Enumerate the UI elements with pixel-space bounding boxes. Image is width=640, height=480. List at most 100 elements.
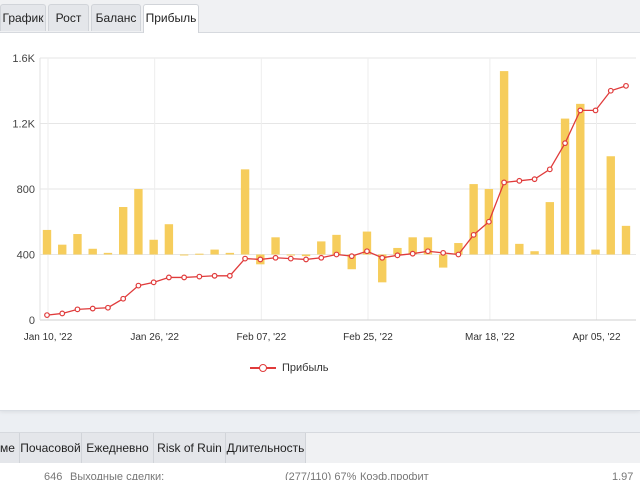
bar — [179, 254, 189, 256]
bar — [515, 243, 524, 255]
tab-balance[interactable]: Баланс — [91, 4, 141, 31]
y-tick-label: 1.6K — [12, 53, 35, 65]
series-point — [455, 251, 462, 258]
series-point — [546, 166, 553, 173]
stat-value: 646 — [44, 471, 63, 480]
series-point — [348, 253, 355, 260]
tab-daily[interactable]: Ежедневно — [82, 433, 154, 463]
series-point — [607, 87, 614, 94]
series-point — [562, 140, 568, 147]
bar — [58, 244, 67, 255]
series-point — [409, 250, 416, 257]
series-point — [485, 218, 492, 225]
tab-growth[interactable]: Рост — [48, 4, 89, 31]
bar — [560, 118, 570, 255]
series-point — [379, 254, 386, 261]
bar — [88, 248, 97, 255]
series-point — [74, 306, 81, 313]
x-tick-label: Mar 18, '22 — [465, 332, 515, 343]
series-point — [287, 255, 294, 262]
series-point — [165, 274, 172, 281]
series-point — [516, 177, 523, 184]
series-point — [470, 231, 477, 238]
bar — [301, 254, 311, 257]
bar — [499, 71, 509, 255]
y-tick-label: 0 — [29, 315, 35, 327]
bar — [42, 229, 52, 255]
stat-label: Выходные сделки: — [70, 471, 165, 480]
series-point — [333, 251, 340, 258]
bar — [576, 103, 585, 255]
stats-row-partial: 646 Выходные сделки: (277/110) 67% Коэф.… — [0, 463, 640, 480]
bar — [118, 207, 128, 255]
series-point — [272, 254, 279, 261]
series-point — [257, 256, 264, 263]
y-tick-label: 800 — [17, 184, 35, 196]
series-point — [105, 304, 111, 311]
x-tick-label: Jan 26, '22 — [130, 332, 179, 343]
bar — [606, 156, 615, 255]
series-point — [394, 252, 401, 259]
series-point — [59, 310, 66, 317]
bar — [149, 239, 158, 255]
bar — [73, 234, 82, 255]
series-point — [531, 176, 538, 183]
bar — [225, 252, 235, 255]
series-point — [150, 279, 157, 286]
series-point — [135, 282, 142, 289]
series-point — [623, 82, 629, 89]
series-point — [226, 272, 233, 279]
series-point — [577, 107, 584, 114]
series-point — [181, 274, 188, 281]
bar — [103, 252, 113, 255]
y-tick-label: 1.2K — [12, 119, 35, 131]
tab-graph[interactable]: График — [0, 4, 46, 31]
bar — [545, 202, 555, 255]
tab-profit[interactable]: Прибыль — [143, 4, 199, 33]
chart-svg: 0 400 800 1.2K 1.6K Jan 10, '22 Jan 26, '22 Feb… — [12, 53, 636, 343]
x-tick-label: Feb 07, '22 — [236, 332, 286, 343]
series-point — [592, 107, 599, 114]
stat-value: 1.97 — [612, 471, 634, 480]
series-point — [303, 256, 309, 263]
bar — [240, 169, 250, 255]
bar — [164, 224, 174, 255]
bar — [195, 253, 204, 255]
stat-label: Коэф.профит — [360, 471, 429, 480]
series-point — [318, 254, 325, 261]
bar — [469, 184, 478, 255]
tab-time-partial[interactable]: ме — [0, 433, 20, 463]
series-line — [46, 85, 627, 316]
bar — [332, 234, 341, 255]
stat-value: (277/110) 67% — [285, 471, 357, 480]
series-point — [425, 248, 431, 255]
chart-panel: График Рост Баланс Прибыль 0 400 800 1.2K 1.… — [0, 0, 640, 411]
chart-tabbar: График Рост Баланс Прибыль — [0, 0, 640, 33]
bar — [621, 225, 631, 255]
x-tick-label: Apr 05, '22 — [572, 332, 620, 343]
series-point — [440, 249, 447, 256]
bar — [317, 241, 326, 255]
x-tick-label: Feb 25, '22 — [343, 332, 393, 343]
series-point — [120, 295, 127, 302]
series-point — [89, 305, 96, 312]
series-point — [364, 248, 370, 255]
tab-risk-of-ruin[interactable]: Risk of Ruin — [154, 433, 226, 463]
bar — [134, 189, 143, 255]
bar — [530, 251, 539, 255]
legend-label: Прибыль — [282, 362, 329, 374]
bar — [286, 254, 295, 256]
y-tick-label: 400 — [17, 250, 35, 262]
x-tick-label: Jan 10, '22 — [24, 332, 73, 343]
tab-duration[interactable]: Длительность — [226, 433, 306, 463]
series-point — [44, 312, 50, 318]
bar — [210, 249, 219, 255]
series-point — [196, 273, 203, 280]
profit-chart: 0 400 800 1.2K 1.6K Jan 10, '22 Jan 26, '22 Feb… — [0, 40, 640, 390]
legend-line-marker-icon — [250, 362, 276, 374]
chart-legend[interactable]: Прибыль — [250, 360, 329, 376]
stats-tabbar: ме Почасовой Ежедневно Risk of Ruin Длит… — [0, 432, 640, 464]
bar — [438, 254, 448, 268]
series-point — [242, 255, 248, 262]
tab-hourly[interactable]: Почасовой — [20, 433, 82, 463]
